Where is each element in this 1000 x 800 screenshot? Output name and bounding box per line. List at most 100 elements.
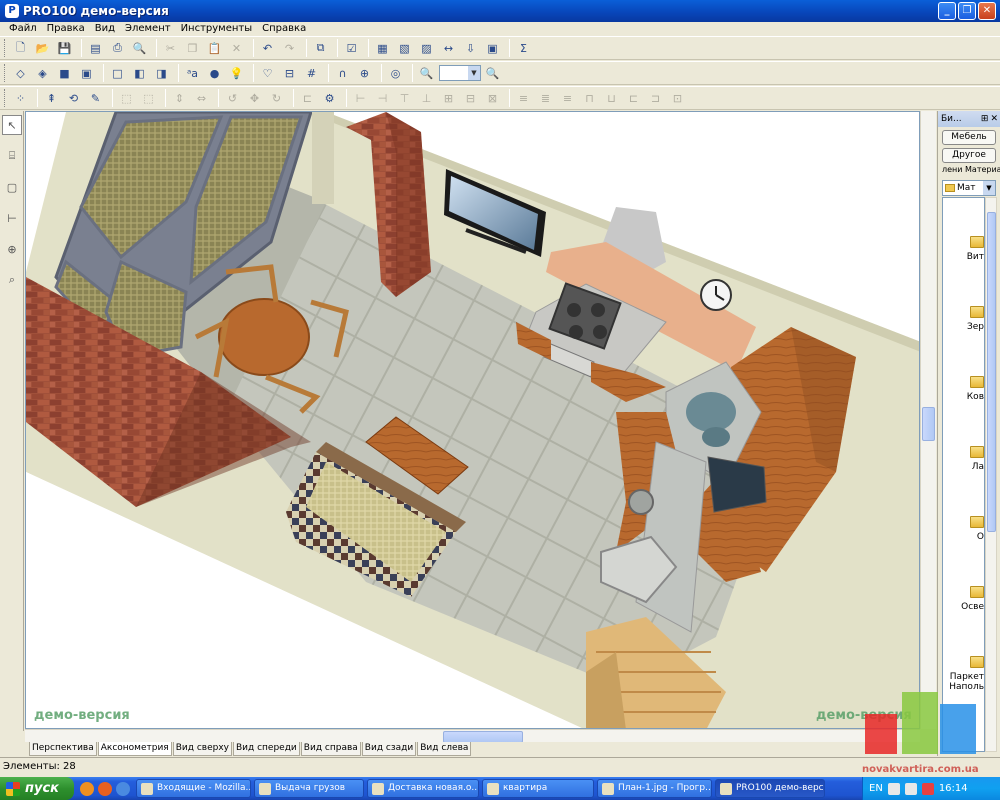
ruler-icon[interactable]: ⊟ bbox=[280, 64, 299, 83]
render-icon[interactable]: ◨ bbox=[152, 64, 171, 83]
dist-1-icon[interactable]: ≡ bbox=[514, 89, 533, 108]
align-5-icon[interactable]: ⊞ bbox=[439, 89, 458, 108]
menu-element[interactable]: Элемент bbox=[120, 22, 176, 36]
dist-2-icon[interactable]: ≣ bbox=[536, 89, 555, 108]
move-icon[interactable]: ⇕ bbox=[170, 89, 189, 108]
redo-icon[interactable]: ↷ bbox=[280, 39, 299, 58]
save-icon[interactable]: 💾 bbox=[55, 39, 74, 58]
menu-view[interactable]: Вид bbox=[90, 22, 120, 36]
list-item[interactable]: О bbox=[943, 478, 984, 548]
align-3-icon[interactable]: ⊤ bbox=[395, 89, 414, 108]
panel-close-icon[interactable]: ✕ bbox=[990, 114, 998, 124]
group-icon[interactable]: ⧉ bbox=[311, 39, 330, 58]
task-plan-image[interactable]: План-1.jpg - Прогр... bbox=[597, 779, 712, 798]
list-item[interactable]: Ков bbox=[943, 338, 984, 408]
distribute-icon[interactable]: ⬚ bbox=[139, 89, 158, 108]
tab-top-view[interactable]: Вид сверху bbox=[172, 742, 232, 756]
materials-icon[interactable]: ● bbox=[205, 64, 224, 83]
dimensions-icon[interactable]: ↔ bbox=[439, 39, 458, 58]
outline-icon[interactable]: □ bbox=[108, 64, 127, 83]
dist-7-icon[interactable]: ⊐ bbox=[646, 89, 665, 108]
zoom-tool-icon[interactable]: ⌕ bbox=[2, 270, 22, 290]
task-apartment[interactable]: квартира bbox=[482, 779, 594, 798]
zoom-select[interactable]: ▼ bbox=[439, 65, 481, 81]
pro100-app-icon[interactable]: P bbox=[5, 4, 19, 18]
pencil-icon[interactable]: ✎ bbox=[86, 89, 105, 108]
list-item[interactable]: Паркет Наполь bbox=[943, 618, 984, 698]
scan-icon[interactable]: ⌸ bbox=[2, 146, 22, 166]
tab-front-view[interactable]: Вид спереди bbox=[232, 742, 300, 756]
volume-icon[interactable] bbox=[904, 782, 917, 795]
textured-view-icon[interactable]: ▣ bbox=[77, 64, 96, 83]
task-delivery[interactable]: Доставка новая.о... bbox=[367, 779, 479, 798]
3d-viewport[interactable]: демо-версия демо-версия bbox=[25, 111, 920, 729]
rotate-right-icon[interactable]: ↻ bbox=[267, 89, 286, 108]
tab-right-view[interactable]: Вид справа bbox=[300, 742, 361, 756]
tab-other[interactable]: Другое bbox=[942, 148, 996, 163]
paste-icon[interactable]: 📋 bbox=[205, 39, 224, 58]
viewport-horizontal-scrollbar[interactable] bbox=[25, 729, 920, 743]
properties-icon[interactable]: ▤ bbox=[86, 39, 105, 58]
target-icon[interactable]: ◎ bbox=[386, 64, 405, 83]
antivirus-icon[interactable] bbox=[921, 782, 934, 795]
hidden-lines-icon[interactable]: ◈ bbox=[33, 64, 52, 83]
help-icon[interactable] bbox=[887, 782, 900, 795]
pin-icon[interactable]: ⊞ bbox=[981, 114, 989, 124]
align-4-icon[interactable]: ⊥ bbox=[417, 89, 436, 108]
menu-tools[interactable]: Инструменты bbox=[176, 22, 258, 36]
select-all-icon[interactable]: ⁘ bbox=[11, 89, 30, 108]
dist-3-icon[interactable]: ≡ bbox=[558, 89, 577, 108]
rotate-icon[interactable]: ⟲ bbox=[64, 89, 83, 108]
dimension-tool-icon[interactable]: ⊢ bbox=[2, 208, 22, 228]
library-scroll-thumb[interactable] bbox=[987, 212, 996, 532]
cut-icon[interactable]: ✂ bbox=[161, 39, 180, 58]
move-up-icon[interactable]: ⇞ bbox=[42, 89, 61, 108]
magnet-icon[interactable]: ∩ bbox=[333, 64, 352, 83]
heart-icon[interactable]: ♡ bbox=[258, 64, 277, 83]
text-label-icon[interactable]: ᵃa bbox=[183, 64, 202, 83]
browser-icon[interactable] bbox=[80, 781, 94, 796]
delete-icon[interactable]: ✕ bbox=[227, 39, 246, 58]
tab-back-view[interactable]: Вид сзади bbox=[361, 742, 417, 756]
menu-help[interactable]: Справка bbox=[257, 22, 311, 36]
align-6-icon[interactable]: ⊟ bbox=[461, 89, 480, 108]
export-icon[interactable]: ⇩ bbox=[461, 39, 480, 58]
align-2-icon[interactable]: ⊣ bbox=[373, 89, 392, 108]
zoom-in-icon[interactable]: 🔍 bbox=[483, 64, 502, 83]
copy-icon[interactable]: ❐ bbox=[183, 39, 202, 58]
minimize-button[interactable]: _ bbox=[938, 2, 956, 20]
solid-view-icon[interactable]: ■ bbox=[55, 64, 74, 83]
move-cross-icon[interactable]: ✥ bbox=[245, 89, 264, 108]
tab-axonometry[interactable]: Аксонометрия bbox=[97, 742, 172, 756]
ie-icon[interactable] bbox=[116, 781, 130, 796]
light-bulb-icon[interactable]: 💡 bbox=[227, 64, 246, 83]
report-icon[interactable]: ▦ bbox=[373, 39, 392, 58]
list-item[interactable]: Ла bbox=[943, 408, 984, 478]
dist-5-icon[interactable]: ⊔ bbox=[602, 89, 621, 108]
maximize-button[interactable]: ❐ bbox=[958, 2, 976, 20]
settings-gear-icon[interactable]: ⚙ bbox=[320, 89, 339, 108]
sum-icon[interactable]: Σ bbox=[514, 39, 533, 58]
language-indicator[interactable]: EN bbox=[869, 783, 883, 794]
folder-select[interactable]: Мат ▼ bbox=[942, 180, 996, 196]
align-left-icon[interactable]: ⬚ bbox=[117, 89, 136, 108]
tab-left-view[interactable]: Вид слева bbox=[417, 742, 472, 756]
close-button[interactable]: ✕ bbox=[978, 2, 996, 20]
task-cargo[interactable]: Выдача грузов bbox=[254, 779, 364, 798]
rotate-left-icon[interactable]: ↺ bbox=[223, 89, 242, 108]
dist-4-icon[interactable]: ⊓ bbox=[580, 89, 599, 108]
menu-file[interactable]: Файл bbox=[4, 22, 42, 36]
cube-icon[interactable]: ▢ bbox=[2, 177, 22, 197]
list-item[interactable]: Осве bbox=[943, 548, 984, 618]
report-search-icon[interactable]: ▧ bbox=[395, 39, 414, 58]
task-pro100[interactable]: PRO100 демо-версия bbox=[715, 779, 825, 798]
dist-6-icon[interactable]: ⊏ bbox=[624, 89, 643, 108]
library-scrollbar[interactable] bbox=[985, 197, 997, 752]
start-button[interactable]: пуск bbox=[0, 777, 74, 800]
print-preview-icon[interactable]: 🔍 bbox=[130, 39, 149, 58]
print-icon[interactable]: ⎙ bbox=[108, 39, 127, 58]
new-file-icon[interactable]: 🗋 bbox=[11, 39, 30, 58]
list-item[interactable]: Вит bbox=[943, 198, 984, 268]
tab-furniture[interactable]: Мебель bbox=[942, 130, 996, 145]
add-element-icon[interactable]: ⊕ bbox=[2, 239, 22, 259]
